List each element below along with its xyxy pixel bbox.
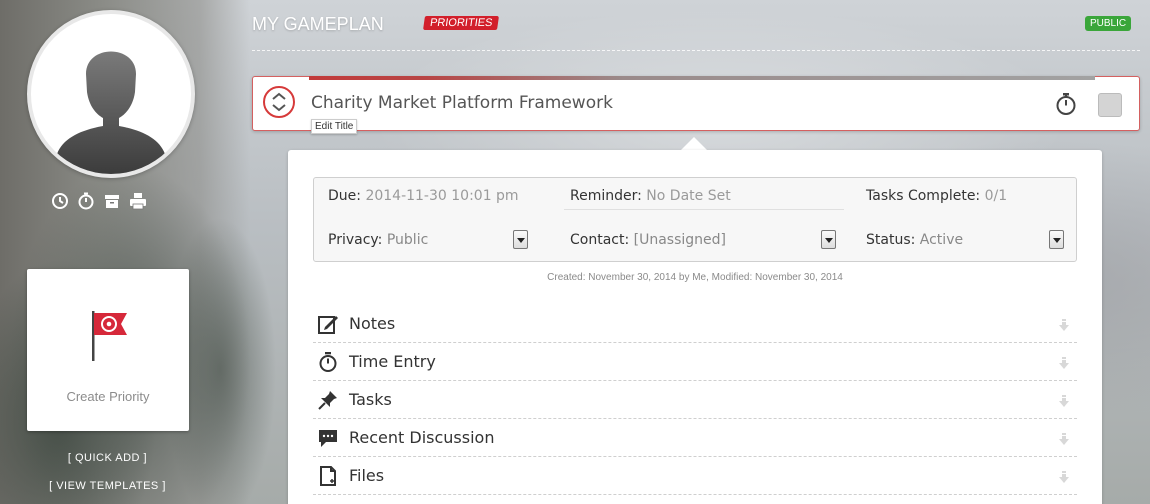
status-value: Active [919, 232, 964, 248]
reminder-field[interactable]: Reminder: No Date Set [570, 188, 731, 204]
progress-stripe [309, 76, 1095, 80]
avatar-actions [50, 192, 148, 215]
tasks-complete-field: Tasks Complete: 0/1 [866, 188, 1007, 204]
create-priority-card[interactable]: Create Priority [27, 269, 189, 431]
stopwatch-icon[interactable] [1055, 92, 1077, 116]
reminder-label: Reminder: [570, 188, 642, 204]
archive-icon[interactable] [102, 192, 122, 215]
arrow-down-icon [1059, 357, 1069, 369]
arrow-down-icon [1059, 319, 1069, 331]
public-badge[interactable]: PUBLIC [1085, 16, 1132, 31]
edit-note-icon [318, 316, 338, 334]
due-field[interactable]: Due: 2014-11-30 10:01 pm [328, 188, 519, 204]
section-files[interactable]: Files [313, 457, 1077, 495]
panel-notch [680, 137, 708, 151]
user-silhouette-icon [57, 51, 165, 174]
print-icon[interactable] [128, 192, 148, 215]
created-modified-info: Created: November 30, 2014 by Me, Modifi… [547, 272, 843, 283]
due-label: Due: [328, 188, 361, 204]
section-recent-discussion[interactable]: Recent Discussion [313, 419, 1077, 457]
flag-icon [92, 311, 127, 361]
quick-add-link[interactable]: [ QUICK ADD ] [0, 452, 215, 464]
chat-bubble-icon [319, 430, 337, 447]
create-priority-label: Create Priority [66, 389, 150, 404]
privacy-select[interactable] [513, 230, 528, 249]
contact-value: [Unassigned] [633, 232, 727, 248]
edit-title-tooltip: Edit Title [311, 119, 358, 134]
stopwatch-icon [319, 352, 337, 372]
reminder-value: No Date Set [646, 188, 731, 204]
contact-field: Contact: [Unassigned] [570, 232, 726, 248]
privacy-value: Public [386, 232, 429, 248]
avatar[interactable] [27, 10, 195, 178]
section-time-entry[interactable]: Time Entry [313, 343, 1077, 381]
due-value: 2014-11-30 10:01 pm [365, 188, 519, 204]
priorities-tag: PRIORITIES [423, 16, 500, 30]
arrow-down-icon [1059, 471, 1069, 483]
complete-checkbox[interactable] [1098, 93, 1122, 117]
tasks-complete-label: Tasks Complete: [866, 188, 981, 204]
privacy-label: Privacy: [328, 232, 383, 248]
section-label: Files [349, 466, 385, 485]
status-field: Status: Active [866, 232, 963, 248]
file-icon [320, 466, 336, 486]
status-select[interactable] [1049, 230, 1064, 249]
section-label: Recent Discussion [349, 428, 495, 447]
section-tasks[interactable]: Tasks [313, 381, 1077, 419]
priority-meta-box: Due: 2014-11-30 10:01 pm Reminder: No Da… [313, 177, 1077, 262]
tasks-complete-value: 0/1 [984, 188, 1008, 204]
section-notes[interactable]: Notes [313, 305, 1077, 343]
history-icon[interactable] [50, 192, 70, 215]
section-label: Notes [349, 314, 396, 333]
arrow-down-icon [1059, 395, 1069, 407]
priority-detail-panel: Due: 2014-11-30 10:01 pm Reminder: No Da… [288, 150, 1102, 504]
arrow-down-icon [1059, 433, 1069, 445]
view-templates-link[interactable]: [ VIEW TEMPLATES ] [0, 480, 215, 492]
priority-title[interactable]: Charity Market Platform Framework [311, 93, 613, 113]
reminder-underline [564, 209, 844, 210]
privacy-field: Privacy: Public [328, 232, 428, 248]
contact-label: Contact: [570, 232, 630, 248]
header-divider [252, 50, 1140, 51]
pushpin-icon [318, 391, 337, 410]
page-title: MY GAMEPLAN [252, 14, 384, 34]
contact-select[interactable] [821, 230, 836, 249]
chevron-up-down-icon [272, 92, 286, 112]
stopwatch-icon[interactable] [76, 192, 96, 215]
priority-title-bar: Charity Market Platform Framework Edit T… [252, 76, 1140, 134]
expand-collapse-button[interactable] [263, 86, 295, 118]
status-label: Status: [866, 232, 916, 248]
section-label: Tasks [349, 390, 392, 409]
section-label: Time Entry [349, 352, 436, 371]
